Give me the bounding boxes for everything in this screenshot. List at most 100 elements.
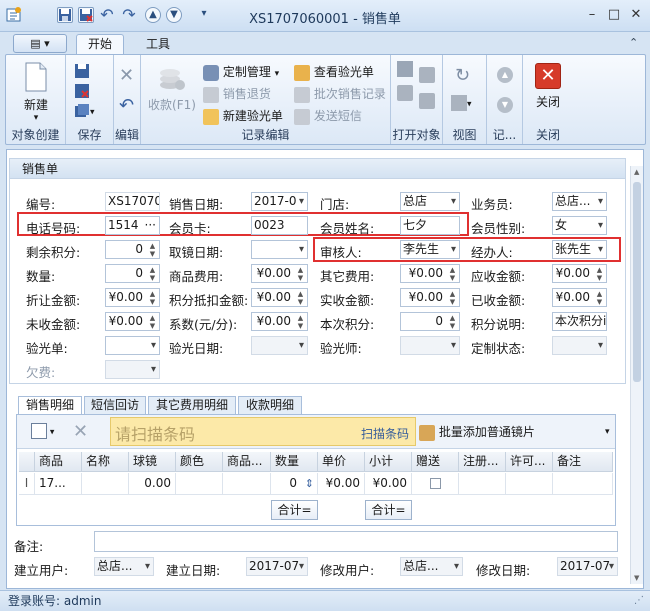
cell-color[interactable] xyxy=(176,473,223,495)
resize-grip-icon[interactable]: ⋰ xyxy=(634,591,644,611)
cell-sphere[interactable]: 0.00 xyxy=(129,473,176,495)
code-field[interactable]: XS17070 xyxy=(105,192,160,211)
scroll-thumb[interactable] xyxy=(633,182,641,382)
spin-icon[interactable]: ▲ ▼ xyxy=(148,266,157,282)
member-gender-field[interactable]: 女 xyxy=(552,216,607,235)
spin-icon[interactable]: ▲ ▼ xyxy=(296,266,305,282)
spin-icon[interactable]: ▲ ▼ xyxy=(448,266,457,282)
member-name-field[interactable]: 七夕 xyxy=(400,216,460,235)
qty-sum-button[interactable]: 合计= xyxy=(271,500,318,520)
col-header-remark[interactable]: 备注 xyxy=(553,452,613,472)
cell-goods[interactable]: 17... xyxy=(35,473,82,495)
receivable-field[interactable]: ¥0.00 ▲ ▼ xyxy=(552,264,607,283)
tab-home[interactable]: 开始 xyxy=(76,34,124,54)
col-header-goods[interactable]: 商品 xyxy=(35,452,82,472)
cell-name[interactable] xyxy=(82,473,129,495)
col-header-qty[interactable]: 数量 xyxy=(271,452,318,472)
salesman-field[interactable]: 总店... xyxy=(552,192,607,211)
col-header-subtotal[interactable]: 小计 xyxy=(365,452,412,472)
goods-fee-field[interactable]: ¥0.00 ▲ ▼ xyxy=(251,264,308,283)
toolbar-overflow-icon[interactable]: ▾ xyxy=(605,427,610,437)
spin-icon[interactable]: ▲ ▼ xyxy=(296,314,305,330)
spin-icon[interactable]: ▲ ▼ xyxy=(296,290,305,306)
discount-field[interactable]: ¥0.00 ▲ ▼ xyxy=(105,288,160,307)
cell-remark[interactable] xyxy=(553,473,613,495)
close-button[interactable]: ✕ 关闭 xyxy=(531,63,565,110)
save-button[interactable] xyxy=(74,63,90,79)
tab-sms-followup[interactable]: 短信回访 xyxy=(84,396,146,414)
col-header-sphere[interactable]: 球镜 xyxy=(129,452,176,472)
cell-price[interactable]: ¥0.00 xyxy=(318,473,365,495)
refresh-button[interactable]: ↻ xyxy=(455,65,470,86)
remark-field[interactable] xyxy=(94,531,618,552)
scan-barcode-input[interactable]: 请扫描条码 扫描条码 xyxy=(110,417,416,446)
spin-icon[interactable]: ▲ ▼ xyxy=(595,290,604,306)
tab-other-fees[interactable]: 其它费用明细 xyxy=(148,396,236,414)
delete-row-button[interactable]: ✕ xyxy=(73,421,88,442)
tab-tools[interactable]: 工具 xyxy=(136,34,180,54)
col-header-goods2[interactable]: 商品... xyxy=(223,452,271,472)
spin-icon[interactable]: ▲ ▼ xyxy=(448,314,457,330)
new-optometry-button[interactable]: 新建验光单 xyxy=(203,107,283,125)
view-layout-button[interactable]: ▾ xyxy=(451,95,472,111)
print-setting-button[interactable] xyxy=(419,93,435,109)
points-note-field[interactable]: 本次积分i xyxy=(552,312,607,331)
subtotal-sum-button[interactable]: 合计= xyxy=(365,500,412,520)
application-menu-button[interactable]: ▤ ▾ xyxy=(13,34,67,53)
actual-received-field[interactable]: ¥0.00 ▲ ▼ xyxy=(400,288,460,307)
undo-button[interactable]: ↶ xyxy=(119,95,134,116)
spin-icon[interactable]: ▲ ▼ xyxy=(148,242,157,258)
open-list-button[interactable] xyxy=(397,61,413,77)
quantity-field[interactable]: 0 ▲ ▼ xyxy=(105,264,160,283)
reviewer-field[interactable]: 李先生 xyxy=(400,240,460,259)
phone-more-icon[interactable]: ··· xyxy=(145,217,156,234)
handler-field[interactable]: 张先生 xyxy=(552,240,607,259)
col-header-name[interactable]: 名称 xyxy=(82,452,129,472)
print-preview-button[interactable] xyxy=(397,85,413,101)
save-close-button[interactable] xyxy=(74,83,90,99)
custom-manage-button[interactable]: 定制管理 ▾ xyxy=(203,63,279,81)
save-more-button[interactable]: ▾ xyxy=(74,103,95,119)
close-window-icon[interactable]: ✕ xyxy=(627,6,645,24)
optometry-sheet-field[interactable] xyxy=(105,336,160,355)
gift-checkbox[interactable] xyxy=(429,478,441,489)
store-field[interactable]: 总店 xyxy=(400,192,460,211)
col-header-gift[interactable]: 赠送 xyxy=(412,452,459,472)
col-header-price[interactable]: 单价 xyxy=(318,452,365,472)
scroll-up-icon[interactable]: ▲ xyxy=(634,168,639,176)
cell-register[interactable] xyxy=(459,473,506,495)
view-optometry-button[interactable]: 查看验光单 xyxy=(294,63,374,81)
delete-button[interactable]: ✕ xyxy=(119,65,134,86)
cell-qty[interactable]: 0 ⇕ xyxy=(271,473,318,495)
pickup-date-field[interactable] xyxy=(251,240,308,259)
minimize-icon[interactable]: – xyxy=(583,6,601,24)
tab-payment-detail[interactable]: 收款明细 xyxy=(238,396,302,414)
member-card-field[interactable]: 0023 xyxy=(251,216,308,235)
previous-record-button[interactable]: ▲ xyxy=(497,67,513,83)
coefficient-field[interactable]: ¥0.00 ▲ ▼ xyxy=(251,312,308,331)
current-points-field[interactable]: 0 ▲ ▼ xyxy=(400,312,460,331)
phone-field[interactable]: 1514 ··· xyxy=(105,216,160,235)
col-header-register[interactable]: 注册... xyxy=(459,452,506,472)
new-button[interactable]: 新建 ▾ xyxy=(14,61,58,123)
new-row-button[interactable]: ▾ xyxy=(31,423,54,439)
spin-icon[interactable]: ▲ ▼ xyxy=(148,290,157,306)
spin-icon[interactable]: ▲ ▼ xyxy=(595,266,604,282)
points-deduct-field[interactable]: ¥0.00 ▲ ▼ xyxy=(251,288,308,307)
collapse-ribbon-icon[interactable]: ⌃ xyxy=(629,36,638,49)
scan-barcode-button[interactable]: 扫描条码 xyxy=(361,425,409,442)
cell-subtotal[interactable]: ¥0.00 xyxy=(365,473,412,495)
maximize-icon[interactable]: □ xyxy=(605,6,623,24)
scroll-down-icon[interactable]: ▼ xyxy=(634,574,639,582)
qty-stepper-icon[interactable]: ⇕ xyxy=(305,473,314,494)
next-record-button[interactable]: ▼ xyxy=(497,97,513,113)
batch-add-lens-button[interactable]: 批量添加普通镜片 xyxy=(419,423,535,441)
already-received-field[interactable]: ¥0.00 ▲ ▼ xyxy=(552,288,607,307)
cell-license[interactable] xyxy=(506,473,553,495)
col-header-color[interactable]: 颜色 xyxy=(176,452,223,472)
remaining-points-field[interactable]: 0 ▲ ▼ xyxy=(105,240,160,259)
sale-date-field[interactable]: 2017-0 xyxy=(251,192,308,211)
col-header-license[interactable]: 许可... xyxy=(506,452,553,472)
print-button[interactable] xyxy=(419,67,435,83)
spin-icon[interactable]: ▲ ▼ xyxy=(448,290,457,306)
